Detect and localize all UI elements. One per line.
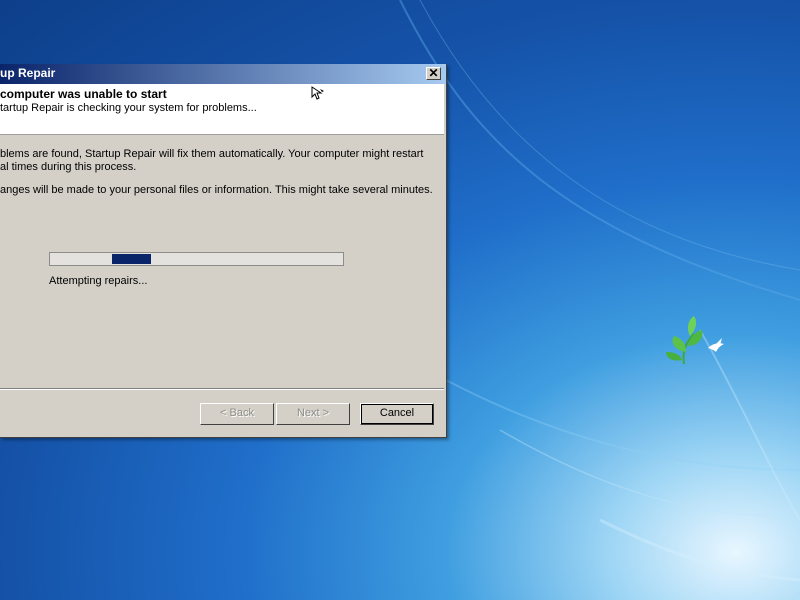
progress-marquee-chunk: [112, 254, 151, 264]
header-panel: computer was unable to start tartup Repa…: [0, 84, 444, 135]
close-icon: ✕: [428, 66, 439, 80]
info-line-1: blems are found, Startup Repair will fix…: [0, 148, 424, 160]
next-button[interactable]: Next >: [276, 403, 350, 425]
window-title: up Repair: [0, 66, 56, 80]
cancel-button[interactable]: Cancel: [360, 403, 434, 425]
close-button[interactable]: ✕: [426, 67, 441, 80]
progress-status: Attempting repairs...: [49, 275, 148, 287]
back-button[interactable]: < Back: [200, 403, 274, 425]
mouse-pointer-icon: [311, 86, 324, 100]
info-line-3: anges will be made to your personal file…: [0, 184, 433, 196]
button-separator: [0, 388, 444, 390]
bird-leaves-logo-icon: [666, 316, 724, 365]
progress-bar: [49, 252, 344, 266]
startup-repair-dialog: up Repair ✕ computer was unable to start…: [0, 64, 447, 438]
header-subtitle: tartup Repair is checking your system fo…: [0, 102, 257, 114]
info-line-2: al times during this process.: [0, 161, 137, 173]
title-bar[interactable]: up Repair ✕: [0, 64, 446, 84]
header-title: computer was unable to start: [0, 87, 167, 101]
